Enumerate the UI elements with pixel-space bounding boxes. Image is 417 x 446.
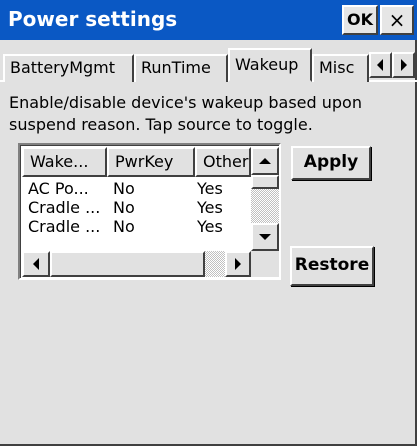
cell-other: Yes [197,217,223,236]
restore-button[interactable]: Restore [290,246,374,286]
tab-scroll-right-button[interactable] [392,52,415,78]
cell-pwrkey: No [113,217,135,236]
list-row[interactable]: AC Po... No Yes [25,179,251,198]
triangle-left-icon [377,59,383,71]
list-row[interactable]: Cradle ... No Yes [25,217,251,236]
triangle-down-icon [259,234,271,240]
wakeup-description: Enable/disable device's wakeup based upo… [9,93,362,134]
tab-misc[interactable]: Misc [312,54,369,82]
tab-batterymgmt[interactable]: BatteryMgmt [3,54,134,82]
scrollbar-corner [251,251,279,277]
ok-button[interactable]: OK [342,5,378,35]
cell-wake-source: Cradle ... [28,217,101,236]
apply-button[interactable]: Apply [291,146,371,180]
vertical-scroll-thumb[interactable] [251,175,279,189]
column-header-wake-source[interactable]: Wake... [22,147,107,177]
scroll-left-button[interactable] [22,251,50,277]
vertical-scrollbar[interactable] [251,147,279,251]
cell-other: Yes [197,198,223,217]
tab-runtime[interactable]: RunTime [134,54,228,82]
scroll-up-button[interactable] [251,147,279,175]
horizontal-scroll-thumb[interactable] [50,251,205,277]
triangle-left-icon [33,258,39,270]
column-header-pwrkey[interactable]: PwrKey [107,147,195,177]
triangle-right-icon [235,258,241,270]
triangle-up-icon [259,158,271,164]
triangle-right-icon [401,59,407,71]
tab-scroll-left-button[interactable] [369,52,392,78]
scroll-right-button[interactable] [225,251,251,277]
cell-pwrkey: No [113,198,135,217]
cell-other: Yes [197,179,223,198]
window-title: Power settings [8,7,178,31]
column-header-other[interactable]: Other [195,147,251,177]
list-frame: Wake... PwrKey Other AC Po... No Yes Cra… [20,145,279,278]
close-button[interactable]: × [380,5,414,35]
tab-wakeup[interactable]: Wakeup [228,48,312,82]
horizontal-scrollbar[interactable] [22,251,251,277]
cell-pwrkey: No [113,179,135,198]
cell-wake-source: AC Po... [28,179,89,198]
title-bar: Power settings OK × [0,0,417,40]
tab-scroll-arrows [369,52,415,78]
wakeup-source-list[interactable]: Wake... PwrKey Other AC Po... No Yes Cra… [18,143,281,280]
list-row[interactable]: Cradle ... No Yes [25,198,251,217]
scroll-down-button[interactable] [251,223,279,251]
power-settings-window: Power settings OK × BatteryMgmt RunTime … [0,0,417,446]
cell-wake-source: Cradle ... [28,198,101,217]
